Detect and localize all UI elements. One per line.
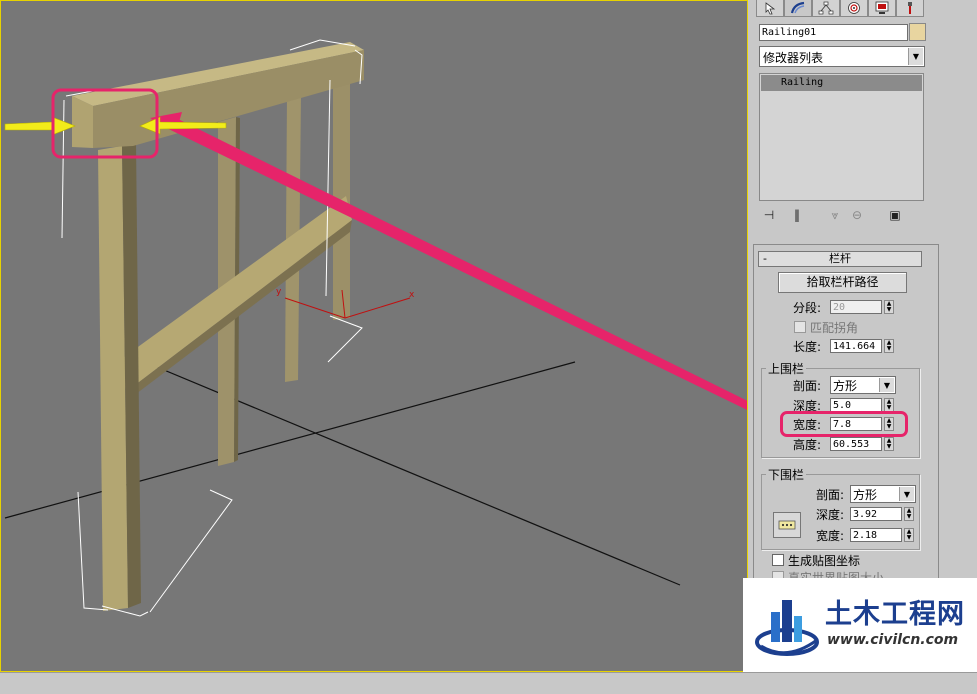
- top-profile-value: 方形: [833, 379, 858, 393]
- create-icon[interactable]: [756, 0, 784, 17]
- gen-mapping-checkbox[interactable]: [772, 554, 784, 566]
- gizmo-x-axis: [344, 297, 411, 319]
- chevron-down-icon: ▼: [908, 48, 923, 65]
- selection-bbox: [327, 315, 363, 363]
- top-width-field[interactable]: 7.8: [830, 417, 882, 431]
- lower-width-field[interactable]: 2.18: [850, 528, 902, 542]
- length-field[interactable]: 141.664: [830, 339, 882, 353]
- remove-modifier-icon[interactable]: ⊖: [847, 205, 867, 225]
- object-name-field[interactable]: Railing01: [759, 24, 908, 41]
- lower-profile-dropdown[interactable]: 方形 ▼: [850, 485, 916, 503]
- segments-field[interactable]: 20: [830, 300, 882, 314]
- lower-rail-title: 下围栏: [766, 466, 807, 483]
- selection-bbox: [149, 489, 233, 613]
- top-height-label: 高度:: [793, 438, 822, 452]
- hierarchy-icon[interactable]: [812, 0, 840, 17]
- top-depth-field[interactable]: 5.0: [830, 398, 882, 412]
- configure-sets-icon[interactable]: ▣: [885, 205, 905, 225]
- length-label: 长度:: [793, 340, 822, 354]
- top-depth-label: 深度:: [793, 399, 822, 413]
- gen-mapping-label: 生成贴图坐标: [788, 554, 861, 568]
- utilities-icon[interactable]: [896, 0, 924, 17]
- watermark-url: www.civilcn.com: [827, 632, 959, 648]
- top-rail-title: 上围栏: [766, 360, 807, 377]
- chevron-down-icon: ▼: [879, 378, 894, 392]
- motion-icon[interactable]: [840, 0, 868, 17]
- segments-label: 分段:: [793, 301, 822, 315]
- status-bar: [0, 672, 977, 694]
- top-height-field[interactable]: 60.553: [830, 437, 882, 451]
- grid-line: [4, 361, 576, 519]
- selection-bbox: [325, 79, 331, 297]
- show-end-result-icon[interactable]: ‖: [787, 205, 807, 225]
- pick-railing-path-button[interactable]: 拾取栏杆路径: [778, 272, 907, 293]
- modifier-stack[interactable]: Railing: [759, 73, 924, 201]
- match-corners-checkbox[interactable]: [794, 321, 806, 333]
- collapse-icon: -: [763, 252, 767, 265]
- lower-depth-label: 深度:: [816, 508, 845, 522]
- selection-bbox: [61, 99, 65, 239]
- watermark: 土木工程网 www.civilcn.com: [743, 578, 977, 672]
- annotation-arrow-pink: [150, 116, 748, 411]
- top-profile-dropdown[interactable]: 方形 ▼: [830, 376, 896, 394]
- display-icon[interactable]: [868, 0, 896, 17]
- object-color-swatch[interactable]: [909, 23, 926, 41]
- top-height-spinner[interactable]: ▲ ▼: [884, 437, 894, 451]
- stack-toolbar: ⊣ ‖ ⩔ ⊖ ▣: [759, 205, 929, 225]
- modify-icon[interactable]: [784, 0, 812, 17]
- modifier-list-dropdown[interactable]: 修改器列表 ▼: [759, 46, 925, 67]
- viewport-scene: x y: [4, 39, 748, 617]
- perspective-viewport[interactable]: x y: [0, 0, 748, 672]
- lower-profile-value: 方形: [853, 488, 878, 502]
- pin-stack-icon[interactable]: ⊣: [759, 205, 779, 225]
- lower-width-label: 宽度:: [816, 529, 845, 543]
- top-depth-spinner[interactable]: ▲ ▼: [884, 398, 894, 412]
- command-panel-tabs: [756, 0, 977, 17]
- modifier-list-label: 修改器列表: [763, 51, 824, 65]
- watermark-title: 土木工程网: [825, 599, 965, 630]
- lower-rail-spacing-button[interactable]: [773, 512, 801, 538]
- rollout-header[interactable]: - 栏杆: [758, 251, 922, 267]
- lower-profile-label: 剖面:: [816, 488, 845, 502]
- make-unique-icon[interactable]: ⩔: [825, 205, 845, 225]
- lower-width-spinner[interactable]: ▲ ▼: [904, 528, 914, 542]
- stack-item-railing[interactable]: Railing: [761, 75, 922, 91]
- top-profile-label: 剖面:: [793, 379, 822, 393]
- command-panel: Railing01 修改器列表 ▼ Railing ⊣ ‖ ⩔ ⊖ ▣ - 栏杆…: [748, 0, 977, 672]
- lower-depth-spinner[interactable]: ▲ ▼: [904, 507, 914, 521]
- rollout-title: 栏杆: [829, 252, 851, 265]
- civilcn-logo: [755, 600, 819, 656]
- top-width-spinner[interactable]: ▲ ▼: [884, 417, 894, 431]
- lower-depth-field[interactable]: 3.92: [850, 507, 902, 521]
- annotation-arrow-yellow-left: [4, 116, 76, 136]
- spacing-tool-icon: [778, 520, 796, 530]
- length-spinner[interactable]: ▲ ▼: [884, 339, 894, 353]
- segments-spinner[interactable]: ▲ ▼: [884, 300, 894, 314]
- chevron-down-icon: ▼: [899, 487, 914, 501]
- gizmo-x-label: x: [409, 290, 415, 300]
- gizmo-y-label: y: [276, 287, 282, 297]
- match-corners-label: 匹配拐角: [810, 321, 859, 335]
- top-width-label: 宽度:: [793, 418, 822, 432]
